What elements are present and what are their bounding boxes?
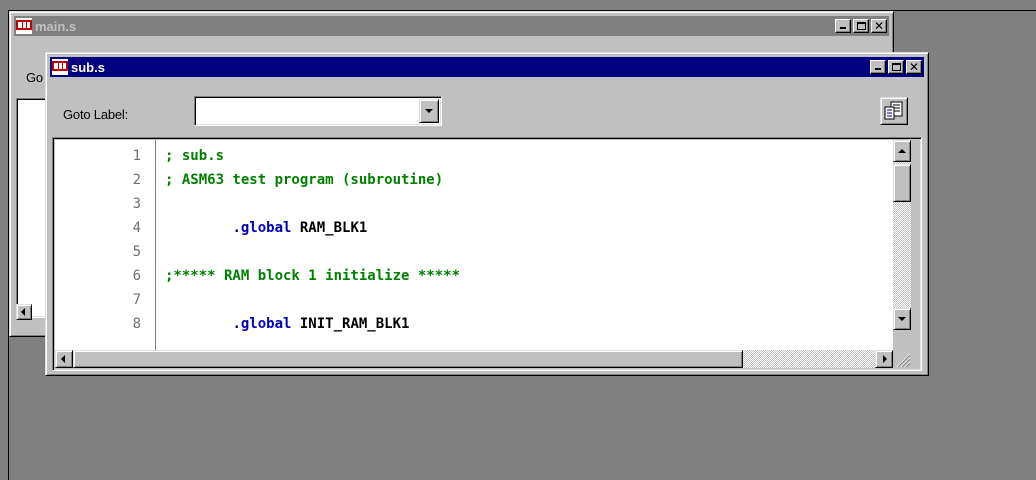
close-icon: ✕ <box>908 60 920 74</box>
scroll-arrow-icon <box>898 149 906 153</box>
line-number: 3 <box>132 196 141 212</box>
code-token-directive: .global <box>232 220 292 236</box>
code-line[interactable]: 1 ; sub.s <box>55 144 893 168</box>
sub-minimize-button[interactable] <box>870 60 886 74</box>
code-line[interactable]: 6 ;***** RAM block 1 initialize ***** <box>55 264 893 288</box>
main-close-button[interactable]: ✕ <box>871 19 887 33</box>
sub-maximize-button[interactable] <box>888 60 904 74</box>
code-line[interactable]: 8 .global INIT_RAM_BLK1 <box>55 312 893 336</box>
code-token-comment: ;***** RAM block 1 initialize ***** <box>165 268 461 284</box>
scroll-arrow-icon <box>883 355 887 363</box>
code-token-comment: ; sub.s <box>165 148 225 164</box>
code-text: .global INIT_RAM_BLK1 <box>165 312 409 336</box>
minimize-icon <box>840 27 846 29</box>
main-maximize-button[interactable] <box>853 19 869 33</box>
maximize-icon <box>892 63 901 71</box>
code-line[interactable]: 7 <box>55 288 893 312</box>
code-text: .global RAM_BLK1 <box>165 216 367 240</box>
line-number: 4 <box>132 220 141 236</box>
code-line[interactable]: 3 <box>55 192 893 216</box>
properties-button[interactable] <box>880 97 908 125</box>
main-minimize-button[interactable] <box>835 19 851 33</box>
goto-label-combobox[interactable] <box>194 96 442 126</box>
main-window-titlebar[interactable]: main.s ✕ <box>14 16 889 36</box>
code-text: ; sub.s <box>165 144 224 168</box>
close-icon: ✕ <box>873 19 885 33</box>
scroll-down-button[interactable] <box>893 308 911 330</box>
document-app-icon[interactable] <box>16 18 32 34</box>
code-line[interactable]: 5 <box>55 240 893 264</box>
line-number: 2 <box>132 172 141 188</box>
code-token-text: INIT_RAM_BLK1 <box>291 316 410 332</box>
code-editor[interactable]: 1 ; sub.s 2 ; ASM63 test program (subroutin… <box>55 140 893 350</box>
code-line[interactable]: 2 ; ASM63 test program (subroutine) <box>55 168 893 192</box>
code-token-directive: .global <box>232 316 292 332</box>
vertical-scrollbar-thumb[interactable] <box>893 164 911 202</box>
code-text: ;***** RAM block 1 initialize ***** <box>165 264 460 288</box>
dropdown-arrow-icon <box>425 109 433 113</box>
sub-window-title: sub.s <box>71 59 105 75</box>
main-scroll-left-button[interactable] <box>16 304 32 320</box>
goto-label: Goto Label: <box>63 107 129 122</box>
scroll-arrow-icon <box>898 317 906 321</box>
goto-label-dropdown-button[interactable] <box>419 99 439 123</box>
scroll-right-button[interactable] <box>875 350 893 368</box>
sub-window[interactable]: sub.s ✕ Goto Label: 1 ; sub.s 2 ; ASM63 … <box>45 52 929 376</box>
line-number: 8 <box>132 316 141 332</box>
scroll-up-button[interactable] <box>893 140 911 162</box>
code-token-text: RAM_BLK1 <box>291 220 368 236</box>
sub-window-titlebar[interactable]: sub.s ✕ <box>50 57 924 77</box>
code-line[interactable]: 4 .global RAM_BLK1 <box>55 216 893 240</box>
resize-grip-icon[interactable] <box>893 350 911 368</box>
editor-frame: 1 ; sub.s 2 ; ASM63 test program (subroutin… <box>52 137 922 371</box>
line-number: 6 <box>132 268 141 284</box>
horizontal-scrollbar-thumb[interactable] <box>73 350 743 368</box>
line-number: 7 <box>132 292 141 308</box>
maximize-icon <box>857 22 866 30</box>
scroll-left-button[interactable] <box>55 350 73 368</box>
main-window-title: main.s <box>35 18 77 34</box>
document-app-icon[interactable] <box>52 59 68 75</box>
line-number: 5 <box>132 244 141 260</box>
properties-icon <box>884 101 903 120</box>
scroll-arrow-icon <box>61 355 65 363</box>
mdi-workspace: main.s ✕ Go sub.s ✕ Goto Label: 1 ; sub.… <box>0 0 1036 480</box>
sub-close-button[interactable]: ✕ <box>906 60 922 74</box>
main-goto-label: Go <box>26 70 43 85</box>
minimize-icon <box>875 68 881 70</box>
code-text: ; ASM63 test program (subroutine) <box>165 168 443 192</box>
line-number: 1 <box>132 148 141 164</box>
scroll-arrow-icon <box>21 308 25 316</box>
code-token-comment: ; ASM63 test program (subroutine) <box>165 172 444 188</box>
